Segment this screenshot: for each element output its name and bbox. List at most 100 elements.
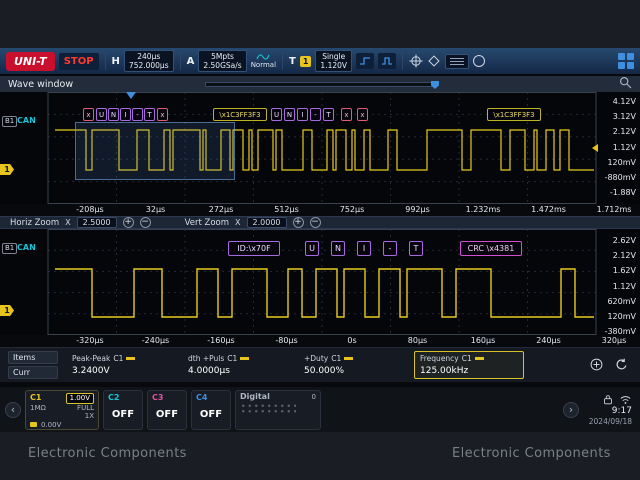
horiz-zoom-decrease-button[interactable]: − — [139, 217, 151, 228]
voltage-scale-label: 1.12V — [612, 281, 636, 291]
horiz-zoom-mult-label: X — [65, 218, 71, 227]
main-time-axis: -208µs 32µs 272µs 512µs 752µs 992µs 1.232ms 1.4… — [0, 204, 640, 216]
decode-data-box: U — [96, 108, 107, 121]
trigger-source-chip[interactable]: 1 — [299, 55, 312, 67]
cursor-button[interactable] — [409, 54, 423, 68]
zoom-position-track[interactable] — [205, 81, 439, 89]
channel-scroll-right-button[interactable]: › — [563, 401, 579, 418]
trigger-mode-value: Single — [322, 52, 346, 61]
decode-data-box: N — [284, 108, 295, 121]
voltage-scale-label: -880mV — [604, 173, 636, 182]
c1-impedance: 1MΩ — [30, 403, 46, 412]
acquire-mode-button[interactable]: Normal — [251, 53, 276, 69]
trigger-type-button[interactable] — [378, 53, 397, 69]
channel-c2-tile[interactable]: C2 OFF — [103, 389, 143, 430]
channel-color-chip — [240, 357, 250, 360]
voltage-scale-label: 3.12V — [612, 112, 636, 122]
zoom-position-marker[interactable] — [431, 81, 439, 89]
decode-list-button[interactable] — [445, 53, 470, 69]
measurement-bar: Items Curr Peak-Peak C1 3.2400V dth +Puls C1… — [0, 347, 640, 382]
measurement-1[interactable]: Peak-Peak C1 3.2400V — [66, 351, 176, 379]
refresh-measurements-button[interactable] — [615, 356, 628, 375]
measurement-groups: Peak-Peak C1 3.2400V dth +Puls C1 4.0000µs +Du… — [66, 351, 524, 379]
clock-date: 2024/09/18 — [588, 416, 632, 426]
decode-data-box: T — [144, 108, 155, 121]
wifi-icon[interactable] — [619, 394, 632, 405]
add-measurement-button[interactable] — [590, 356, 603, 375]
main-waveform-view[interactable]: x U N I - Tx \x1C3FF3F3 U N I - Tx x \x1C3FF3F3 B1 CA… — [0, 92, 640, 204]
time-scale-label: 512µs — [274, 205, 299, 214]
bus-tag[interactable]: B1 — [2, 243, 18, 254]
vert-zoom-mult-label: X — [235, 218, 241, 227]
watermark-left: Electronic Components — [28, 446, 187, 461]
clock-time: 9:17 — [611, 405, 632, 416]
toolbar-divider — [402, 52, 404, 70]
run-stop-button[interactable]: STOP — [58, 52, 99, 70]
display-mode-button[interactable] — [427, 54, 441, 68]
measurement-2[interactable]: dth +Puls C1 4.0000µs — [182, 351, 292, 379]
trigger-settings-button[interactable]: Single 1.120V — [315, 50, 353, 72]
vert-zoom-increase-button[interactable]: + — [292, 217, 304, 228]
trigger-position-marker[interactable] — [126, 92, 136, 104]
decode-data-box: T — [323, 108, 334, 121]
voltage-scale-label: 1.12V — [612, 142, 636, 152]
timebase-value: 240µs — [137, 52, 161, 61]
digital-channels-tile[interactable]: Digital 0 — [235, 389, 321, 430]
decode-data-box: - — [310, 108, 321, 121]
vert-zoom-value[interactable]: 2.0000 — [246, 217, 287, 228]
trigger-slope-button[interactable] — [356, 53, 375, 69]
channel-c4-tile[interactable]: C4 OFF — [191, 389, 231, 430]
measurement-3[interactable]: +Duty C1 50.000% — [298, 351, 408, 379]
screen: { "toolbar": { "brand": "UNI-T", "run_st… — [0, 0, 640, 480]
voltage-scale-label: 2.12V — [612, 127, 636, 137]
c1-offset: 0.00V — [41, 420, 62, 429]
time-scale-label: 272µs — [208, 205, 234, 214]
time-scale-label: -208µs — [76, 205, 104, 214]
horizontal-offset-value: 752.000µs — [128, 61, 169, 70]
items-tab[interactable]: Items — [8, 351, 58, 364]
acquire-settings-button[interactable]: 5Mpts 2.50GSa/s — [198, 50, 247, 72]
decode-data-box: I — [120, 108, 131, 121]
zoom-selection-rectangle[interactable] — [75, 122, 235, 180]
time-scale-label: 1.712ms — [596, 205, 632, 214]
decode-data-box: T — [409, 241, 423, 256]
channel-scroll-left-button[interactable]: ‹ — [5, 401, 21, 418]
acquire-mode-value: Normal — [250, 61, 277, 69]
channel-color-chip — [126, 357, 136, 360]
horizontal-settings-button[interactable]: 240µs 752.000µs — [123, 50, 174, 72]
measurement-actions — [590, 356, 632, 375]
c3-label: C3 — [152, 392, 164, 402]
decode-data-box: I — [357, 241, 371, 256]
wave-window-bar: Wave window — [0, 76, 640, 92]
channel-c3-tile[interactable]: C3 OFF — [147, 389, 187, 430]
decode-flag-box: x — [357, 108, 368, 121]
c1-scale-value: 1.00V — [65, 392, 94, 404]
c4-label: C4 — [196, 392, 208, 402]
voltage-scale-label: 2.12V — [612, 251, 636, 261]
vert-zoom-decrease-button[interactable]: − — [309, 217, 321, 228]
top-toolbar: UNI-T STOP H 240µs 752.000µs A 5Mpts 2.5… — [0, 48, 640, 74]
time-scale-label: 32µs — [145, 205, 166, 214]
measurement-value: 4.0000µs — [188, 366, 230, 376]
measurement-4[interactable]: Frequency C1 125.00kHz — [414, 351, 524, 379]
zoom-waveform-view[interactable]: ID:\x70F U N I - T CRC \x4381 B1 CAN 1 2.62V 2.… — [0, 229, 640, 335]
search-button[interactable] — [619, 76, 632, 92]
decode-hex-box: \x1C3FF3F3 — [487, 108, 541, 121]
horiz-zoom-increase-button[interactable]: + — [122, 217, 134, 228]
time-scale-label: 0s — [347, 336, 357, 345]
bus-tag[interactable]: B1 — [2, 116, 18, 127]
decode-data-box: U — [305, 241, 319, 256]
c2-label: C2 — [108, 392, 120, 402]
lock-icon[interactable] — [602, 394, 614, 405]
decode-flag-box: x — [341, 108, 352, 121]
menu-grid-icon[interactable] — [618, 53, 634, 69]
voltage-scale-label: 120mV — [607, 157, 636, 167]
channel-c1-tile[interactable]: C1 1.00V 1MΩ FULL 1X 0.00V — [25, 389, 99, 430]
oscilloscope-app: UNI-T STOP H 240µs 752.000µs A 5Mpts 2.5… — [0, 48, 640, 432]
horiz-zoom-label: Horiz Zoom — [10, 217, 60, 228]
record-button[interactable] — [473, 55, 486, 67]
horiz-zoom-value[interactable]: 2.5000 — [76, 217, 117, 228]
decode-data-box: I — [297, 108, 308, 121]
current-tab[interactable]: Curr — [8, 366, 58, 379]
search-icon — [619, 76, 632, 89]
